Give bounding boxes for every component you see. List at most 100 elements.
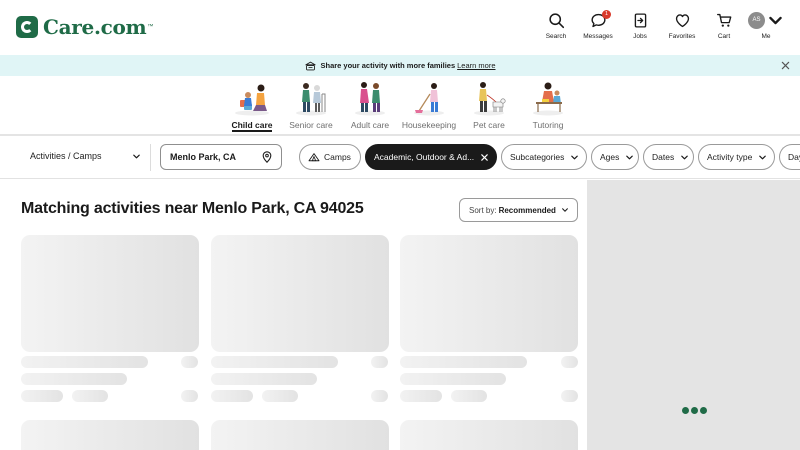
tab-senior-care[interactable]: Senior care [278,80,344,130]
page: Care.com ™ Search 1 Messages Jobs Favori… [0,0,800,450]
chevron-down-icon [132,154,140,158]
adult-care-illustration [355,82,385,116]
results-heading: Matching activities near Menlo Park, CA … [21,200,364,217]
learn-more-link[interactable]: Learn more [457,61,495,70]
care-logo-icon [16,16,38,38]
nav-label: Jobs [633,33,647,40]
nav-label: Favorites [668,33,696,40]
close-icon[interactable] [781,61,790,70]
chevron-down-icon [571,155,579,159]
tab-tutoring[interactable]: Tutoring [515,80,581,130]
tab-adult-care[interactable]: Adult care [337,80,403,130]
account-menu[interactable]: AS [748,12,784,29]
chip-label: Camps [324,152,351,162]
skeleton-line [72,390,108,402]
logo-trademark: ™ [147,24,154,30]
loading-indicator [682,407,709,414]
chip-label: Ages [600,152,620,162]
chip-label: Subcategories [510,152,565,162]
care-logo[interactable]: Care.com ™ [16,15,153,39]
skeleton-line [181,356,198,368]
cart-icon [716,13,731,27]
heart-icon [675,14,689,28]
sort-label: Sort by: [469,205,497,215]
card-image-placeholder [21,235,199,352]
filter-chip-camps[interactable]: Camps [299,144,361,170]
chevron-down-icon [759,155,767,159]
tab-label: Housekeeping [401,120,457,130]
tab-housekeeping[interactable]: Housekeeping [396,80,462,130]
announcement-icon [304,61,316,70]
card-image-placeholder [211,235,389,352]
sort-dropdown[interactable]: Sort by: Recommended [459,198,578,222]
filter-separator [150,144,151,171]
card-image-placeholder [400,420,578,450]
skeleton-line [400,373,506,385]
skeleton-line [561,356,578,368]
avatar: AS [748,12,765,29]
child-care-illustration [235,84,269,116]
tent-icon [308,153,320,162]
loading-dot [700,407,707,414]
filter-chip-dates[interactable]: Dates [643,144,694,170]
card-image-placeholder [211,420,389,450]
filter-chip-subcategories[interactable]: Subcategories [501,144,587,170]
search-icon [548,13,564,29]
skeleton-line [211,356,338,368]
skeleton-line [400,356,527,368]
nav-search[interactable]: Search [536,12,576,40]
chip-label: Dates [652,152,675,162]
skeleton-line [21,390,63,402]
location-pin-icon[interactable] [262,151,272,163]
nav-favorites[interactable]: Favorites [662,12,702,40]
nav-label: Messages [583,33,613,40]
nav-messages[interactable]: 1 Messages [578,10,618,40]
chevron-down-icon [769,16,782,25]
skeleton-line [211,390,253,402]
messages-badge: 1 [602,10,611,19]
tab-label: Tutoring [532,120,564,130]
chevron-down-icon [681,155,689,159]
nav-cart[interactable]: Cart [704,12,744,40]
nav-account[interactable]: AS Me [746,12,786,40]
top-nav: Search 1 Messages Jobs Favorites Cart AS… [536,10,786,40]
sort-value: Recommended [498,205,556,215]
care-type-select[interactable]: Activities / Camps [30,151,141,161]
tab-child-care[interactable]: Child care [219,80,285,130]
skeleton-line [371,390,388,402]
card-image-placeholder [21,420,199,450]
tab-label: Child care [231,120,273,130]
care-type-value: Activities / Camps [30,151,102,161]
map-panel[interactable] [587,180,800,450]
chip-label: Day [788,152,800,162]
filter-chip-academic-outdoor[interactable]: Academic, Outdoor & Ad... [365,144,497,170]
skeleton-line [451,390,487,402]
banner-text: Share your activity with more families [320,61,456,70]
skeleton-line [21,356,148,368]
filter-chip-day[interactable]: Day [779,144,800,170]
senior-care-illustration [296,83,326,116]
close-icon[interactable] [480,153,489,162]
skeleton-line [371,356,388,368]
logo-text: Care.com [43,15,147,39]
skeleton-line [400,390,442,402]
loading-dot [682,407,689,414]
skeleton-line [262,390,298,402]
chevron-down-icon [626,155,634,159]
tutoring-illustration [533,82,563,116]
skeleton-line [561,390,578,402]
housekeeping-illustration [414,83,444,116]
filter-chip-activity-type[interactable]: Activity type [698,144,775,170]
nav-label: Cart [717,33,731,40]
share-activity-banner: Share your activity with more families L… [0,55,800,76]
tab-label: Pet care [473,120,505,130]
jobs-icon [634,13,646,28]
chevron-down-icon [562,208,568,212]
filter-chip-ages[interactable]: Ages [591,144,639,170]
skeleton-line [211,373,317,385]
tab-pet-care[interactable]: Pet care [456,80,522,130]
nav-label: Me [761,33,771,40]
filter-bar: Activities / Camps Camps Academic, Outdo… [0,136,800,179]
chip-label: Activity type [707,152,753,162]
nav-jobs[interactable]: Jobs [620,12,660,40]
